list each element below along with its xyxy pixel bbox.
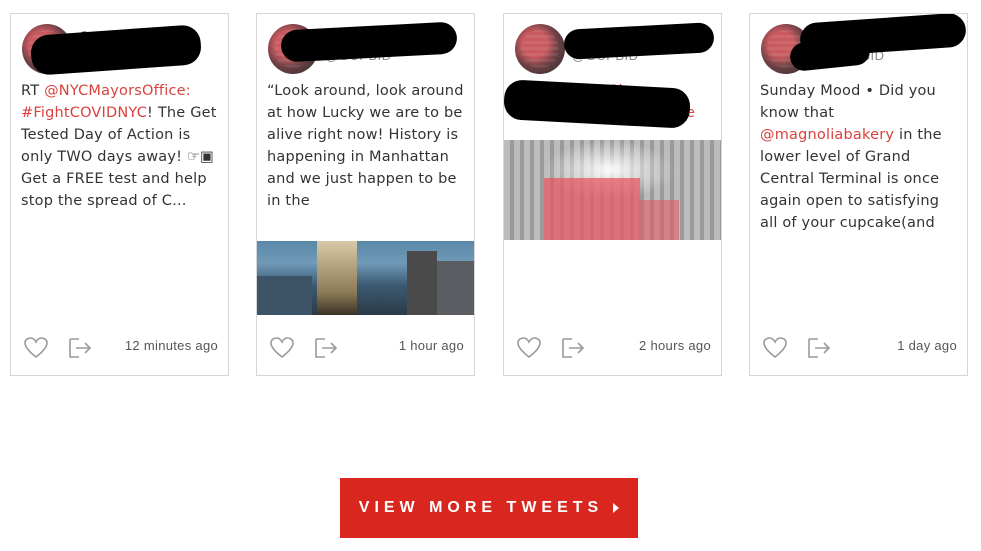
tweet-text: New #ProfilePic https://t.co/AHjGhjmGae: [514, 83, 696, 121]
avatar[interactable]: [515, 24, 565, 74]
display-name: GrandCentralBID: [818, 28, 932, 44]
tweet-author: GrandCentralBID @GCPBID: [325, 28, 474, 63]
display-name: GrandCentralBID: [79, 28, 193, 44]
heart-icon[interactable]: [762, 335, 788, 361]
share-icon[interactable]: [806, 335, 832, 361]
heart-icon[interactable]: [23, 335, 49, 361]
mention-link[interactable]: @magnoliabakery: [760, 127, 894, 143]
heart-icon[interactable]: [269, 335, 295, 361]
tweet-card[interactable]: GrandCentralBID @GCPBID “Look around, lo…: [256, 13, 475, 376]
twitter-handle: @GCPBID: [818, 48, 885, 63]
tweet-card[interactable]: GrandCentralBID @GCPBID New #ProfilePic …: [503, 13, 722, 376]
avatar[interactable]: [22, 24, 72, 74]
tweet-text: Sunday Mood • Did you know that @magnoli…: [760, 83, 942, 231]
tweet-author: GrandCentralBID @GCPBID: [818, 28, 967, 63]
tweet-author: GrandCentralBID @GCPBID: [572, 28, 721, 63]
view-more-tweets-button[interactable]: VIEW MORE TWEETS: [340, 478, 638, 538]
tweet-image[interactable]: [504, 140, 721, 240]
mention-link[interactable]: @NYCMayorsOffice: [44, 83, 186, 99]
tweet-text: RT @NYCMayorsOffice: #FightCOVIDNYC! The…: [21, 83, 217, 209]
caret-right-icon: [613, 503, 620, 513]
tweet-time: 1 hour ago: [398, 338, 464, 353]
twitter-handle: @GCPBID: [325, 48, 392, 63]
tweet-text: “Look around, look around at how Lucky w…: [267, 83, 464, 209]
share-icon[interactable]: [67, 335, 93, 361]
avatar[interactable]: [268, 24, 318, 74]
tweet-image[interactable]: [257, 241, 474, 315]
display-name: GrandCentralBID: [325, 28, 439, 44]
share-icon[interactable]: [560, 335, 586, 361]
tweet-author: GrandCentralBID: [79, 28, 228, 46]
tweet-time: 12 minutes ago: [124, 338, 218, 353]
tweet-card[interactable]: GrandCentralBID @GCPBID Sunday Mood • Di…: [749, 13, 968, 376]
hashtag-link[interactable]: #ProfilePic: [551, 83, 631, 99]
avatar[interactable]: [761, 24, 811, 74]
share-icon[interactable]: [313, 335, 339, 361]
url-link[interactable]: https://t.co/AHjGhjmGae: [514, 105, 695, 121]
twitter-handle: @GCPBID: [572, 48, 639, 63]
display-name: GrandCentralBID: [572, 28, 686, 44]
heart-icon[interactable]: [516, 335, 542, 361]
tweet-card[interactable]: GrandCentralBID RT @NYCMayorsOffice: #Fi…: [10, 13, 229, 376]
tweet-time: 2 hours ago: [639, 338, 711, 353]
view-more-label: VIEW MORE TWEETS: [358, 499, 604, 516]
tweet-time: 1 day ago: [897, 338, 957, 353]
